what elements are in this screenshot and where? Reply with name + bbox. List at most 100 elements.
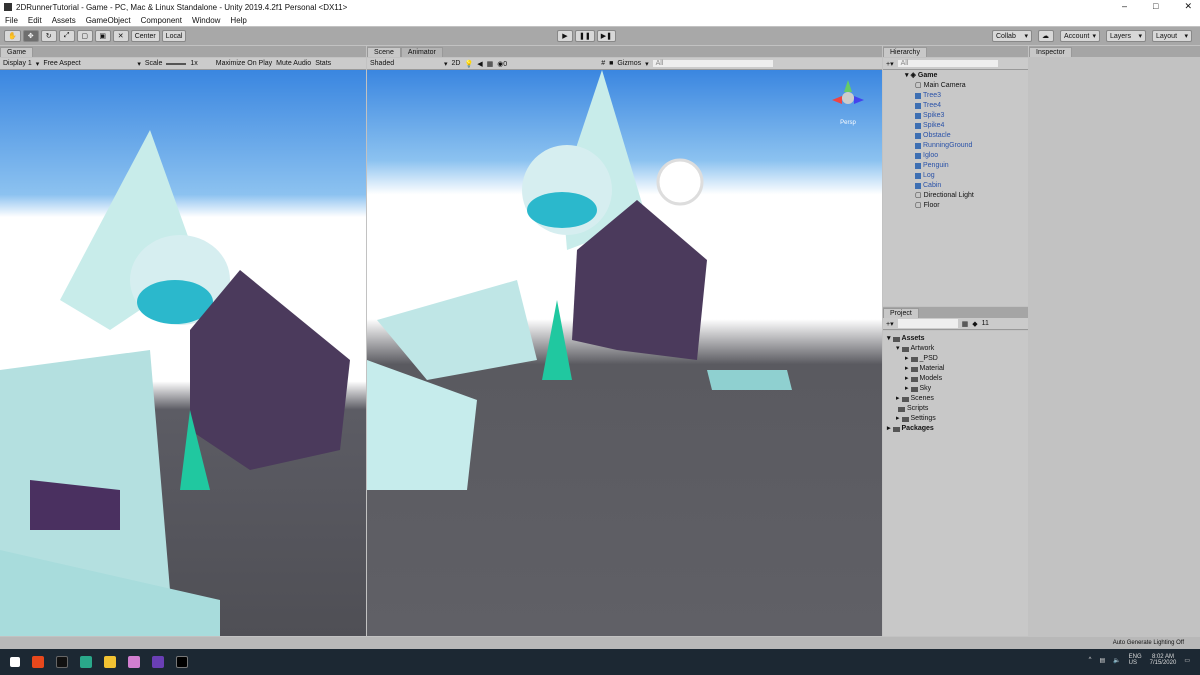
- expand-arrow-icon[interactable]: ▸: [896, 414, 900, 424]
- menu-component[interactable]: Component: [141, 16, 182, 25]
- hierarchy-search-input[interactable]: All: [897, 60, 998, 67]
- filter-type-icon[interactable]: ▦: [962, 320, 969, 328]
- project-folder[interactable]: ▾ Artwork: [887, 344, 944, 354]
- hierarchy-item[interactable]: ▢ Floor: [905, 201, 974, 211]
- project-folder[interactable]: ▾ Assets: [887, 334, 944, 344]
- hierarchy-item[interactable]: Cabin: [905, 181, 974, 191]
- expand-arrow-icon[interactable]: ▾: [887, 334, 891, 344]
- account-button[interactable]: Account ▾: [1060, 30, 1100, 42]
- project-folder[interactable]: ▸ Material: [887, 364, 944, 374]
- pause-button[interactable]: ❚❚: [575, 30, 595, 42]
- app-icon[interactable]: [80, 656, 92, 668]
- hierarchy-item[interactable]: RunningGround: [905, 141, 974, 151]
- terminal-icon[interactable]: [56, 656, 68, 668]
- menu-file[interactable]: File: [5, 16, 18, 25]
- stats-toggle[interactable]: Stats: [315, 60, 331, 67]
- paint-icon[interactable]: [128, 656, 140, 668]
- tab-inspector[interactable]: Inspector: [1029, 47, 1072, 57]
- scale-slider[interactable]: [166, 62, 187, 65]
- grid-icon[interactable]: #: [601, 60, 605, 67]
- clock[interactable]: 8:02 AM 7/15/2020: [1150, 654, 1177, 666]
- create-button[interactable]: +▾: [886, 60, 894, 68]
- language-indicator[interactable]: ENG US: [1129, 654, 1142, 666]
- menu-edit[interactable]: Edit: [28, 16, 42, 25]
- expand-arrow-icon[interactable]: ▾: [896, 344, 900, 354]
- tab-game[interactable]: Game: [0, 47, 34, 57]
- rotate-tool-button[interactable]: ↻: [40, 30, 57, 42]
- hierarchy-item[interactable]: Log: [905, 171, 974, 181]
- move-tool-button[interactable]: ✥: [22, 30, 39, 42]
- hidden-objects-icon[interactable]: ◉0: [497, 60, 507, 68]
- tab-project[interactable]: Project: [883, 308, 919, 318]
- brave-browser-icon[interactable]: [32, 656, 44, 668]
- display-select[interactable]: Display 1: [3, 60, 32, 67]
- volume-icon[interactable]: 🔈: [1113, 657, 1120, 664]
- hierarchy-item[interactable]: Spike4: [905, 121, 974, 131]
- collab-button[interactable]: Collab ▾: [992, 30, 1032, 42]
- project-folder[interactable]: ▸ Sky: [887, 384, 944, 394]
- unity-taskbar-icon[interactable]: [176, 656, 188, 668]
- cloud-button[interactable]: ☁: [1038, 30, 1054, 42]
- visual-studio-icon[interactable]: [152, 656, 164, 668]
- 2d-toggle[interactable]: 2D: [452, 60, 461, 67]
- menu-help[interactable]: Help: [230, 16, 246, 25]
- expand-arrow-icon[interactable]: ▸: [887, 424, 891, 434]
- hierarchy-item[interactable]: Spike3: [905, 111, 974, 121]
- tab-scene[interactable]: Scene: [367, 47, 401, 57]
- effects-icon[interactable]: ▦: [487, 60, 494, 68]
- menu-assets[interactable]: Assets: [52, 16, 76, 25]
- hand-tool-button[interactable]: ✋: [4, 30, 21, 42]
- tray-chevron-icon[interactable]: ^: [1089, 657, 1092, 663]
- project-folder[interactable]: ▸ Packages: [887, 424, 944, 434]
- maximize-button[interactable]: □: [1153, 1, 1158, 12]
- expand-arrow-icon[interactable]: ▸: [905, 374, 909, 384]
- hierarchy-item[interactable]: Igloo: [905, 151, 974, 161]
- tab-hierarchy[interactable]: Hierarchy: [883, 47, 927, 57]
- hierarchy-item[interactable]: Penguin: [905, 161, 974, 171]
- pivot-center-button[interactable]: Center: [130, 30, 160, 42]
- game-view[interactable]: [0, 70, 366, 636]
- aspect-select[interactable]: Free Aspect: [43, 60, 133, 67]
- project-folder[interactable]: ▸ _PSD: [887, 354, 944, 364]
- project-folder[interactable]: ▸ Scenes: [887, 394, 944, 404]
- layout-button[interactable]: Layout ▾: [1152, 30, 1192, 42]
- windows-start-icon[interactable]: [10, 657, 20, 667]
- custom-tool-button[interactable]: ✕: [112, 30, 129, 42]
- play-button[interactable]: ▶: [557, 30, 573, 42]
- tab-animator[interactable]: Animator: [400, 47, 443, 57]
- lighting-icon[interactable]: 💡: [464, 60, 473, 68]
- file-explorer-icon[interactable]: [104, 656, 116, 668]
- expand-arrow-icon[interactable]: ▸: [896, 394, 900, 404]
- project-folder[interactable]: ▸ Settings: [887, 414, 944, 424]
- hierarchy-item[interactable]: ▢ Directional Light: [905, 191, 974, 201]
- scene-search-input[interactable]: All: [652, 60, 773, 67]
- maximize-on-play-toggle[interactable]: Maximize On Play: [216, 60, 272, 67]
- menu-gameobject[interactable]: GameObject: [86, 16, 131, 25]
- mute-audio-toggle[interactable]: Mute Audio: [276, 60, 311, 67]
- expand-arrow-icon[interactable]: ▸: [905, 384, 909, 394]
- expand-arrow-icon[interactable]: ▸: [905, 354, 909, 364]
- expand-arrow-icon[interactable]: ▸: [905, 364, 909, 374]
- pivot-local-button[interactable]: Local: [161, 30, 187, 42]
- hierarchy-item[interactable]: Tree4: [905, 101, 974, 111]
- layers-button[interactable]: Layers ▾: [1106, 30, 1146, 42]
- transform-tool-button[interactable]: ▣: [94, 30, 111, 42]
- minimize-button[interactable]: –: [1122, 1, 1127, 12]
- project-search-input[interactable]: [897, 319, 958, 328]
- project-folder[interactable]: Scripts: [887, 404, 944, 414]
- shading-select[interactable]: Shaded: [370, 60, 440, 67]
- audio-icon[interactable]: ◀: [477, 60, 482, 68]
- scene-orientation-gizmo[interactable]: Persp: [828, 78, 868, 126]
- hierarchy-root-game[interactable]: ▾ ◈ Game: [905, 71, 974, 81]
- scale-tool-button[interactable]: ⤢: [58, 30, 75, 42]
- hierarchy-item[interactable]: ▢ Main Camera: [905, 81, 974, 91]
- scene-view[interactable]: Persp: [367, 70, 882, 636]
- filter-label-icon[interactable]: ◆: [972, 320, 977, 328]
- rect-tool-button[interactable]: ▢: [76, 30, 93, 42]
- step-button[interactable]: ▶❚: [596, 30, 616, 42]
- hierarchy-item[interactable]: Tree3: [905, 91, 974, 101]
- project-folder[interactable]: ▸ Models: [887, 374, 944, 384]
- project-create-button[interactable]: +▾: [886, 320, 894, 328]
- close-button[interactable]: ✕: [1184, 1, 1192, 12]
- network-icon[interactable]: ▤: [1099, 657, 1105, 664]
